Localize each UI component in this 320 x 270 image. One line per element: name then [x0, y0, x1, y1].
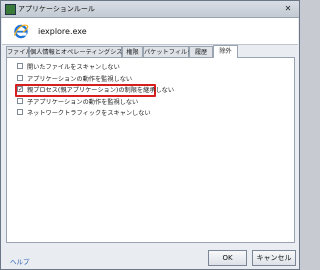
checkbox[interactable]: [17, 63, 23, 69]
internet-explorer-icon: [13, 24, 29, 39]
option-label: ネットワークトラフィックをスキャンしない: [27, 110, 151, 117]
option-label: アプリケーションの動作を監視しない: [27, 76, 133, 83]
option-no-monitor-app-activity[interactable]: アプリケーションの動作を監視しない: [17, 75, 132, 84]
checkbox-checked[interactable]: ✓: [17, 86, 23, 93]
kaspersky-icon: [5, 4, 16, 15]
tab-exclusions[interactable]: 除外: [213, 45, 238, 58]
option-no-scan-network-traffic[interactable]: ネットワークトラフィックをスキャンしない: [17, 109, 151, 118]
tab-file[interactable]: ファイル: [6, 46, 32, 57]
tab-packet-filter[interactable]: パケットフィルター: [143, 46, 200, 57]
tab-privacy-os[interactable]: 個人情報とオペレーティングシステム: [29, 46, 135, 57]
application-name: iexplore.exe: [38, 27, 87, 36]
application-rule-dialog: アプリケーションルール ✕ iexplore.exe ファイル 個人情報とオペレ…: [0, 0, 300, 270]
option-no-scan-opened-files[interactable]: 開いたファイルをスキャンしない: [17, 63, 120, 72]
option-no-monitor-child-apps[interactable]: 子アプリケーションの動作を監視しない: [17, 98, 138, 107]
option-label: 子アプリケーションの動作を監視しない: [27, 99, 139, 106]
ok-button[interactable]: OK: [208, 250, 247, 266]
title-bar[interactable]: アプリケーションルール ✕: [1, 1, 299, 18]
checkbox[interactable]: [17, 109, 23, 115]
tab-rights[interactable]: 権限: [122, 46, 143, 57]
checkbox[interactable]: [17, 98, 23, 104]
application-header: iexplore.exe: [2, 18, 298, 45]
option-label: 開いたファイルをスキャンしない: [27, 64, 120, 71]
tab-history[interactable]: 履歴: [189, 46, 213, 57]
help-link[interactable]: ヘルプ: [10, 256, 30, 266]
exclusions-panel: 開いたファイルをスキャンしない アプリケーションの動作を監視しない ✓ 親プロセス…: [6, 57, 295, 243]
option-label: 親プロセス(親アプリケーション)の制限を継承しない: [27, 87, 175, 94]
window-title: アプリケーションルール: [18, 5, 95, 13]
cancel-button[interactable]: キャンセル: [252, 250, 296, 266]
checkbox[interactable]: [17, 75, 23, 81]
option-no-inherit-parent-restrictions[interactable]: ✓ 親プロセス(親アプリケーション)の制限を継承しない: [17, 86, 174, 95]
close-icon[interactable]: ✕: [282, 4, 294, 14]
